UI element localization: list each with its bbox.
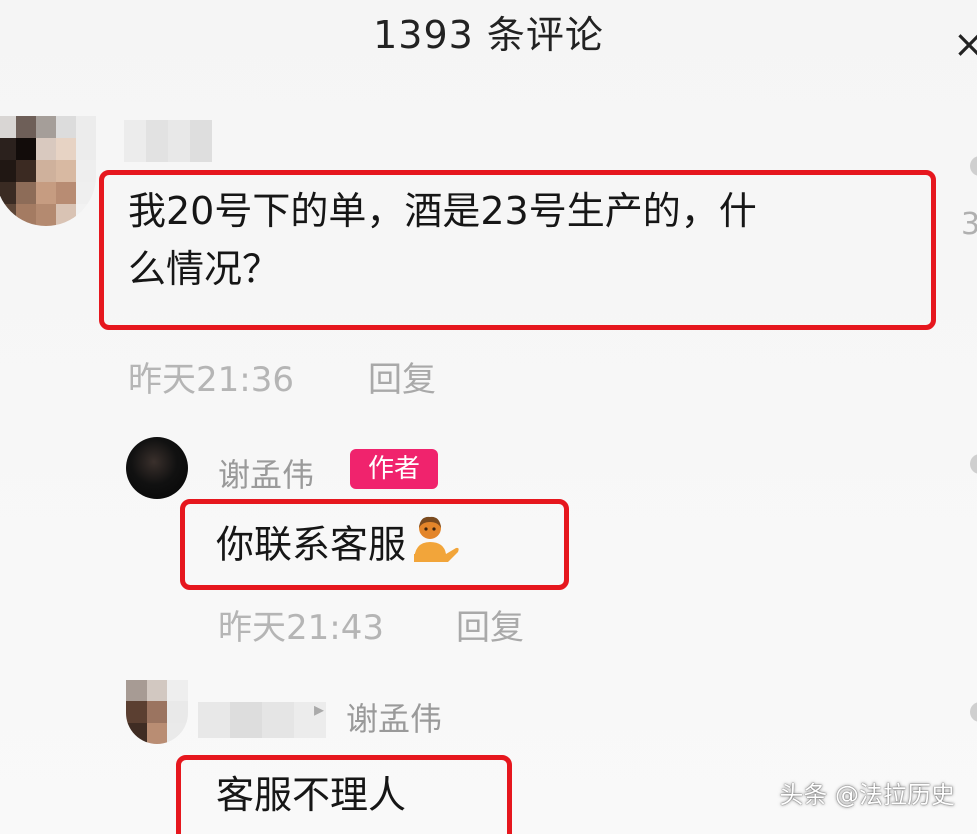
pixelated-avatar-image [0, 116, 96, 226]
reply-username[interactable]: 谢孟伟 [218, 450, 314, 496]
comment-time: 昨天21:36 [128, 360, 294, 400]
comments-panel: 1393 条评论 × 我20号下的单，酒是23号生产的，什 么情况？ 昨天21:… [0, 0, 977, 834]
avatar[interactable] [0, 116, 96, 226]
blurred-username [124, 120, 212, 162]
author-badge: 作者 [350, 449, 438, 489]
watermark: 头条 @法拉历史 [779, 781, 955, 809]
like-icon[interactable] [970, 156, 977, 176]
reply-arrow-icon: ▸ [314, 697, 325, 721]
reply-button[interactable]: 回复 [368, 352, 436, 401]
reply-to-username[interactable]: 谢孟伟 [346, 694, 442, 740]
like-icon[interactable] [970, 702, 977, 722]
reply-time: 昨天21:43 [218, 608, 384, 648]
author-avatar[interactable] [126, 437, 188, 499]
reply-button[interactable]: 回复 [456, 600, 524, 649]
blurred-username [198, 702, 326, 738]
highlight-box [99, 170, 936, 330]
avatar[interactable] [126, 680, 188, 744]
pixelated-avatar-image [126, 680, 188, 744]
highlight-box [180, 499, 569, 590]
comment-count-title: 1393 条评论 [373, 13, 604, 57]
close-icon[interactable]: × [953, 22, 977, 66]
like-icon[interactable] [970, 454, 977, 474]
like-count: 3 [961, 207, 977, 242]
highlight-box [176, 755, 512, 834]
